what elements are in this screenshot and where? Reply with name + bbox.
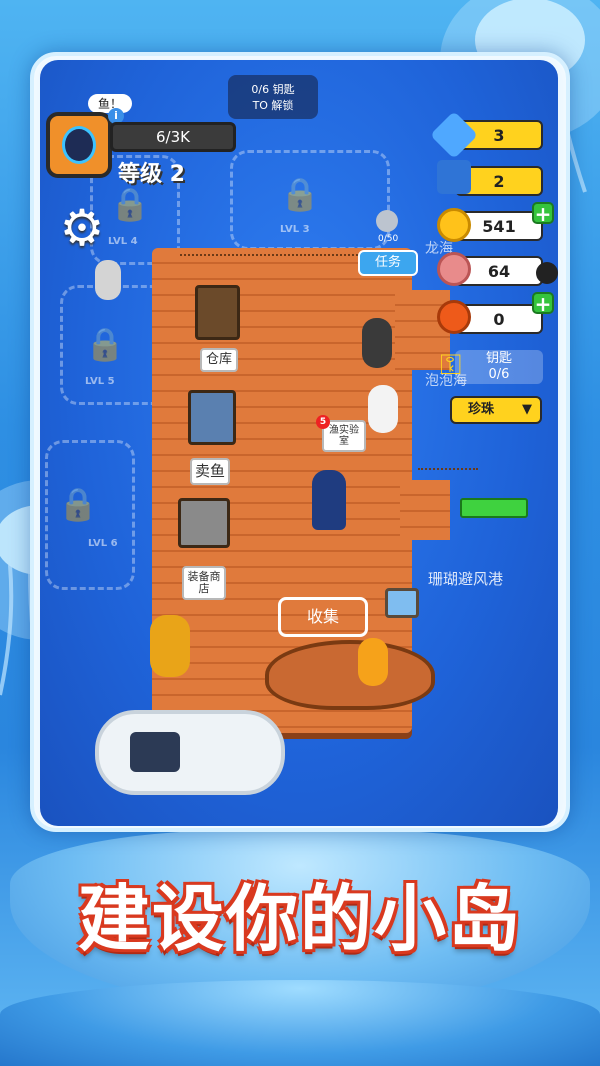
task-counter: 0/50 — [378, 234, 399, 244]
dock-rope — [418, 468, 478, 470]
rowboat[interactable] — [265, 640, 435, 710]
fish-shelf[interactable] — [188, 390, 236, 445]
settings-gear-icon[interactable]: ⚙ — [56, 202, 108, 254]
warehouse-sign-label: 仓库 — [205, 352, 232, 367]
collect-button[interactable]: 收集 — [278, 597, 368, 637]
dock-extension — [400, 480, 450, 540]
pearl-dropdown-label: 珍珠 — [468, 402, 495, 417]
diamond-value: 3 — [493, 125, 505, 145]
warehouse-shelf[interactable] — [195, 285, 240, 340]
lock-label-lvl5: LVL 5 — [85, 376, 115, 387]
chevron-down-icon: ▼ — [522, 402, 532, 417]
lock-label-lvl3: LVL 3 — [280, 224, 310, 235]
key-unlock-text: TO 解锁 — [252, 99, 294, 112]
meat-icon — [437, 252, 471, 286]
coin-value: 541 — [482, 216, 516, 236]
key-counter-value: 0/6 — [488, 367, 510, 382]
lock-icon: 🔒 — [110, 185, 150, 223]
equipment-store-sign[interactable]: 装备商店 — [182, 566, 226, 601]
key-counter[interactable]: 钥匙 0/6 — [455, 350, 543, 384]
task-button-label: 任务 — [374, 255, 401, 270]
task-button[interactable]: 任务 — [358, 250, 418, 276]
pearl-dropdown[interactable]: 珍珠 ▼ — [450, 396, 542, 424]
ink-splat-icon — [536, 262, 558, 284]
equipment-shelf[interactable] — [178, 498, 230, 548]
meat-value: 64 — [487, 261, 511, 281]
fruit-value: 0 — [493, 309, 505, 329]
harbor-progress-bar — [460, 498, 528, 518]
key-progress-text: 0/6 钥匙 — [251, 83, 295, 96]
lock-label-lvl4: LVL 4 — [108, 236, 138, 247]
lock-icon: 🔒 — [58, 485, 98, 523]
level-label: 等级 2 — [118, 162, 185, 187]
diver-icon — [62, 126, 96, 164]
lock-label-lvl6: LVL 6 — [88, 538, 118, 549]
card-icon — [437, 160, 471, 194]
xp-value: 6/3K — [156, 128, 190, 146]
motor-boat[interactable] — [95, 710, 285, 795]
area-label-coral-harbor: 珊瑚避风港 — [428, 570, 504, 588]
card-value: 2 — [493, 171, 505, 191]
lab-notification-badge: 5 — [316, 415, 330, 429]
key-unlock-panel[interactable]: 0/6 钥匙 TO 解锁 — [228, 75, 318, 119]
key-counter-label: 钥匙 — [485, 351, 512, 366]
player-character[interactable] — [312, 470, 346, 530]
fruit-icon — [437, 300, 471, 334]
npc-lab-worker[interactable] — [368, 385, 398, 433]
coin-icon — [437, 208, 471, 242]
player-avatar[interactable] — [46, 112, 112, 178]
npc-shopkeeper[interactable] — [362, 318, 392, 368]
lab-sign-label: 渔实验室 — [329, 425, 359, 447]
sell-fish-sign[interactable]: 卖鱼 — [190, 458, 230, 485]
pedestal-base — [0, 980, 600, 1066]
lock-icon: 🔒 — [280, 175, 320, 213]
add-coin-button[interactable]: + — [532, 202, 554, 225]
screw-icon — [376, 210, 398, 232]
lock-icon: 🔒 — [85, 325, 125, 363]
sell-fish-sign-label: 卖鱼 — [194, 462, 225, 480]
add-fruit-button[interactable]: + — [532, 292, 554, 315]
bucket[interactable] — [385, 588, 419, 618]
npc-fisher[interactable] — [95, 260, 121, 300]
boat-seat — [130, 732, 180, 772]
npc-boat-rider[interactable] — [358, 638, 388, 686]
equipment-store-label: 装备商店 — [187, 570, 221, 596]
xp-bar: 6/3K — [110, 122, 236, 152]
collect-button-label: 收集 — [306, 607, 339, 626]
key-icon: ⚿ — [440, 348, 462, 381]
npc-captain[interactable] — [150, 615, 190, 677]
warehouse-sign[interactable]: 仓库 — [200, 348, 238, 373]
banner-title: 建设你的小岛 — [77, 877, 522, 961]
